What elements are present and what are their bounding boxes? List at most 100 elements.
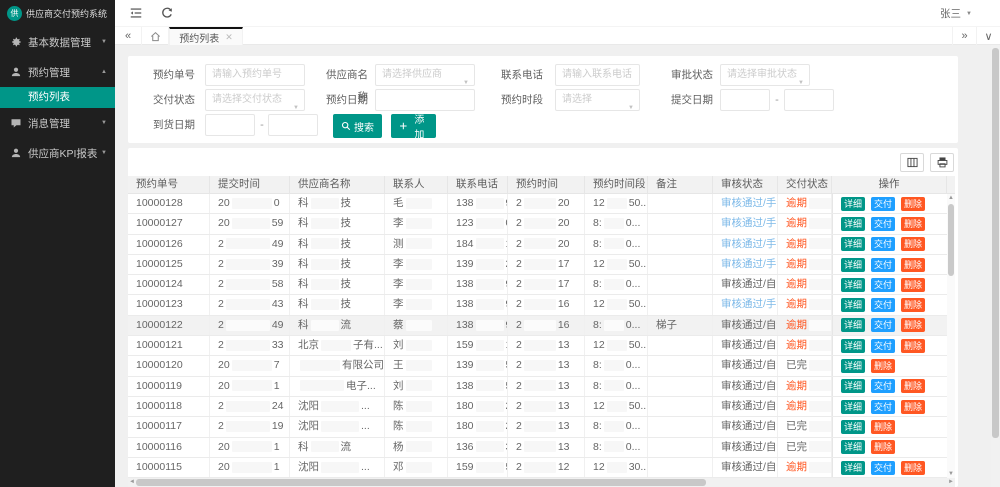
scroll-left-icon[interactable]: ◄ xyxy=(129,478,135,487)
content-area: 预约单号 请输入预约单号 供应商名称 请选择供应商 ▼ 联系电话 请输入联系电话… xyxy=(115,45,1000,487)
delete-button[interactable]: 删除 xyxy=(901,461,925,475)
scroll-right-icon[interactable]: ► xyxy=(948,478,954,487)
deliver-button[interactable]: 交付 xyxy=(871,461,895,475)
detail-button[interactable]: 详细 xyxy=(841,379,865,393)
table-body: 10000128200科技毛138982201250...审核通过/手动逾期详细… xyxy=(128,194,947,478)
tabs-scroll-right-icon[interactable]: » xyxy=(952,27,976,45)
delete-button[interactable]: 删除 xyxy=(871,440,895,454)
cell-res-time: 212 xyxy=(508,458,585,477)
user-menu[interactable]: 张三 ▼ xyxy=(940,0,972,27)
scrollbar-thumb[interactable] xyxy=(992,48,999,438)
delivery-status-select[interactable]: 请选择交付状态 ▼ xyxy=(205,89,305,111)
detail-button[interactable]: 详细 xyxy=(841,318,865,332)
sidebar-item-0[interactable]: 基本数据管理▼ xyxy=(0,27,115,57)
detail-button[interactable]: 详细 xyxy=(841,217,865,231)
detail-button[interactable]: 详细 xyxy=(841,440,865,454)
sidebar-item-1[interactable]: 预约管理▲ xyxy=(0,57,115,87)
app-logo: 供 xyxy=(7,6,22,21)
delete-button[interactable]: 删除 xyxy=(901,197,925,211)
redacted-text xyxy=(476,401,504,412)
delete-button[interactable]: 删除 xyxy=(901,258,925,272)
detail-button[interactable]: 详细 xyxy=(841,298,865,312)
filter-columns-icon[interactable] xyxy=(900,153,924,172)
detail-button[interactable]: 详细 xyxy=(841,278,865,292)
sidebar-item-label: 预约管理 xyxy=(28,65,101,80)
submit-date-end-input[interactable] xyxy=(784,89,834,111)
delete-button[interactable]: 删除 xyxy=(901,400,925,414)
sidebar-item-2[interactable]: 消息管理▼ xyxy=(0,108,115,138)
deliver-button[interactable]: 交付 xyxy=(871,197,895,211)
delete-button[interactable]: 删除 xyxy=(901,217,925,231)
tabs-scroll-left-icon[interactable]: « xyxy=(115,27,142,45)
tab-reservation-list[interactable]: 预约列表 ✕ xyxy=(169,27,243,45)
redacted-text xyxy=(607,340,627,351)
refresh-icon[interactable] xyxy=(160,6,176,22)
sidebar-subitem-预约列表[interactable]: 预约列表 xyxy=(0,87,115,108)
phone-input[interactable]: 请输入联系电话 xyxy=(555,64,640,86)
scroll-up-icon[interactable]: ▲ xyxy=(947,194,955,202)
deliver-button[interactable]: 交付 xyxy=(871,339,895,353)
cell-order-no: 10000126 xyxy=(128,235,210,254)
redacted-text xyxy=(321,340,351,351)
detail-button[interactable]: 详细 xyxy=(841,461,865,475)
delete-button[interactable]: 删除 xyxy=(871,420,895,434)
detail-button[interactable]: 详细 xyxy=(841,258,865,272)
cell-delivery-status: 逾期 xyxy=(778,235,832,254)
cell-res-time: 213 xyxy=(508,438,585,457)
tab-close-icon[interactable]: ✕ xyxy=(225,32,233,43)
arrival-date-end-input[interactable] xyxy=(268,114,318,136)
deliver-button[interactable]: 交付 xyxy=(871,298,895,312)
cell-phone: 13857 xyxy=(448,377,508,396)
page-scrollbar[interactable] xyxy=(991,45,1000,487)
cell-remark xyxy=(648,458,713,477)
print-icon[interactable] xyxy=(930,153,954,172)
scrollbar-thumb[interactable] xyxy=(948,204,954,276)
deliver-button[interactable]: 交付 xyxy=(871,217,895,231)
sidebar-item-3[interactable]: 供应商KPI报表▼ xyxy=(0,138,115,168)
delete-button[interactable]: 删除 xyxy=(901,339,925,353)
deliver-button[interactable]: 交付 xyxy=(871,379,895,393)
deliver-button[interactable]: 交付 xyxy=(871,400,895,414)
order-no-input[interactable]: 请输入预约单号 xyxy=(205,64,305,86)
cell-submit-time: 249 xyxy=(210,316,290,335)
table-horizontal-scrollbar[interactable]: ◄ ► xyxy=(128,478,955,487)
deliver-button[interactable]: 交付 xyxy=(871,278,895,292)
cell-actions: 详细交付删除 xyxy=(832,235,947,254)
supplier-select[interactable]: 请选择供应商 ▼ xyxy=(375,64,475,86)
table-vertical-scrollbar[interactable]: ▲ ▼ xyxy=(947,194,955,478)
gear-icon xyxy=(10,36,22,48)
search-button[interactable]: 搜索 xyxy=(333,114,382,138)
redacted-text xyxy=(607,299,627,310)
delete-button[interactable]: 删除 xyxy=(901,318,925,332)
detail-button[interactable]: 详细 xyxy=(841,420,865,434)
audit-status-select[interactable]: 请选择审批状态 ▼ xyxy=(720,64,810,86)
delete-button[interactable]: 删除 xyxy=(901,379,925,393)
deliver-button[interactable]: 交付 xyxy=(871,237,895,251)
top-header: 张三 ▼ xyxy=(115,0,1000,27)
detail-button[interactable]: 详细 xyxy=(841,359,865,373)
deliver-button[interactable]: 交付 xyxy=(871,258,895,272)
collapse-sidebar-icon[interactable] xyxy=(129,6,145,22)
arrival-date-start-input[interactable] xyxy=(205,114,255,136)
cell-audit-status: 审核通过/手动 xyxy=(713,235,778,254)
deliver-button[interactable]: 交付 xyxy=(871,318,895,332)
scroll-down-icon[interactable]: ▼ xyxy=(947,470,955,478)
detail-button[interactable]: 详细 xyxy=(841,197,865,211)
delete-button[interactable]: 删除 xyxy=(901,278,925,292)
add-button[interactable]: 添加 xyxy=(391,114,436,138)
scrollbar-thumb[interactable] xyxy=(136,479,706,486)
home-tab-icon[interactable] xyxy=(142,27,169,45)
tabs-menu-icon[interactable]: ∨ xyxy=(976,27,1000,45)
submit-date-start-input[interactable] xyxy=(720,89,770,111)
reservation-date-input[interactable] xyxy=(375,89,475,111)
detail-button[interactable]: 详细 xyxy=(841,237,865,251)
chevron-down-icon: ▼ xyxy=(101,39,107,45)
detail-button[interactable]: 详细 xyxy=(841,400,865,414)
delete-button[interactable]: 删除 xyxy=(901,237,925,251)
timeslot-select[interactable]: 请选择 ▼ xyxy=(555,89,640,111)
delete-button[interactable]: 删除 xyxy=(871,359,895,373)
delete-button[interactable]: 删除 xyxy=(901,298,925,312)
cell-contact: 测 xyxy=(385,235,448,254)
cell-delivery-status: 逾期 xyxy=(778,316,832,335)
detail-button[interactable]: 详细 xyxy=(841,339,865,353)
